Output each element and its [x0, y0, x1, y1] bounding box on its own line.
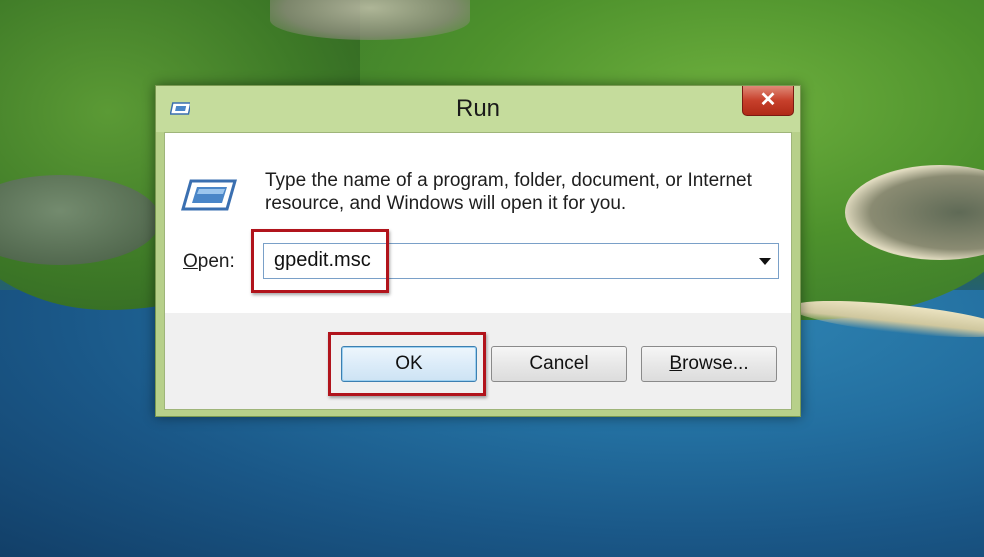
browse-button[interactable]: Browse... [641, 346, 777, 382]
triangle-down-icon[interactable] [758, 252, 772, 270]
browse-label: rowse... [682, 353, 749, 374]
open-label-accesskey: O [183, 251, 198, 272]
open-label-text: pen: [197, 251, 235, 272]
dialog-description: Type the name of a program, folder, docu… [265, 170, 752, 214]
cancel-button[interactable]: Cancel [491, 346, 627, 382]
browse-accesskey: B [669, 353, 683, 374]
highlight-box-input [251, 229, 389, 293]
window-title: Run [455, 95, 501, 122]
title-bar[interactable]: Run ✕ [156, 86, 800, 132]
open-label: Open: [183, 251, 235, 273]
cliff [270, 0, 470, 40]
highlight-box-ok [328, 332, 486, 396]
run-icon [181, 179, 237, 211]
close-button[interactable]: ✕ [742, 86, 794, 116]
desktop-background: Run ✕ Type the name of a program, folder… [0, 0, 984, 557]
close-icon: ✕ [759, 89, 777, 111]
